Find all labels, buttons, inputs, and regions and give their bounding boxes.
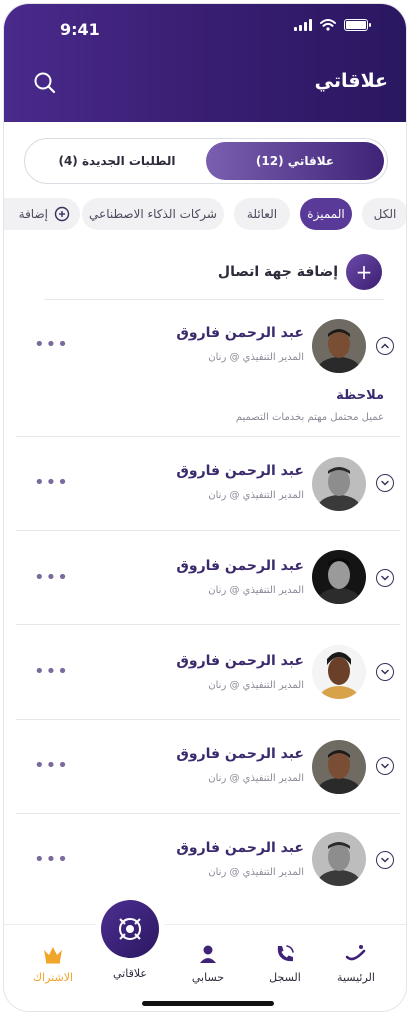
avatar <box>312 550 366 604</box>
relations-tabs: علاقاتي (12) الطلبات الجديدة (4) <box>24 138 388 184</box>
contact-role: المدير التنفيذي @ رنان <box>208 352 304 363</box>
filter-chip-family[interactable]: العائلة <box>234 198 290 230</box>
contact-name: عبد الرحمن فاروق <box>176 746 304 762</box>
contact-name: عبد الرحمن فاروق <box>176 325 304 341</box>
phone-call-icon <box>277 945 294 962</box>
battery-icon <box>344 19 371 31</box>
status-icons <box>294 19 371 31</box>
search-icon[interactable] <box>32 70 58 96</box>
home-indicator <box>142 1001 274 1006</box>
crown-icon <box>44 947 62 964</box>
status-time: 9:41 <box>60 20 100 39</box>
nav-log[interactable]: السجل <box>250 943 320 984</box>
more-options-icon[interactable]: ••• <box>34 851 69 869</box>
plus-icon: + <box>346 254 382 290</box>
contact-role: المدير التنفيذي @ رنان <box>208 585 304 596</box>
nav-home[interactable]: الرئيسية <box>321 943 391 984</box>
divider <box>16 624 400 625</box>
nav-relations-label: علاقاتي <box>113 967 147 980</box>
avatar <box>312 645 366 699</box>
cellular-signal-icon <box>294 19 312 31</box>
plus-circle-icon <box>54 206 70 222</box>
contact-row[interactable]: عبد الرحمن فاروق المدير التنفيذي @ رنان … <box>4 642 406 722</box>
contact-row[interactable]: عبد الرحمن فاروق المدير التنفيذي @ رنان … <box>4 830 406 910</box>
divider <box>16 719 400 720</box>
filter-chips: الكل المميزة العائلة شركات الذكاء الاصطن… <box>4 198 406 232</box>
avatar <box>312 457 366 511</box>
chevron-up-icon[interactable] <box>376 337 394 355</box>
nav-subscription[interactable]: الاشتراك <box>18 943 88 984</box>
contact-role: المدير التنفيذي @ رنان <box>208 773 304 784</box>
chevron-down-icon[interactable] <box>376 851 394 869</box>
note-title: ملاحظة <box>336 388 384 403</box>
more-options-icon[interactable]: ••• <box>34 569 69 587</box>
contact-name: عبد الرحمن فاروق <box>176 840 304 856</box>
nav-relations-button[interactable] <box>101 900 159 958</box>
more-options-icon[interactable]: ••• <box>34 474 69 492</box>
note-text: عميل محتمل مهتم بخدمات التصميم <box>235 412 384 423</box>
chevron-down-icon[interactable] <box>376 757 394 775</box>
contact-role: المدير التنفيذي @ رنان <box>208 867 304 878</box>
add-contact-button[interactable]: + إضافة جهة اتصال <box>218 254 382 290</box>
phone-screen: 9:41 علاقاتي علاقاتي (12) الطلبات الجديد… <box>3 3 407 1012</box>
divider <box>16 436 400 437</box>
app-header: 9:41 علاقاتي <box>4 4 406 122</box>
filter-chip-ai-companies[interactable]: شركات الذكاء الاصطناعي <box>82 198 224 230</box>
chevron-down-icon[interactable] <box>376 663 394 681</box>
more-options-icon[interactable]: ••• <box>34 757 69 775</box>
user-icon <box>200 945 216 963</box>
more-options-icon[interactable]: ••• <box>34 663 69 681</box>
avatar <box>312 740 366 794</box>
contact-row[interactable]: عبد الرحمن فاروق المدير التنفيذي @ رنان … <box>4 737 406 817</box>
chevron-down-icon[interactable] <box>376 569 394 587</box>
wifi-icon <box>320 19 336 31</box>
nav-subscription-label: الاشتراك <box>32 971 74 984</box>
contact-role: المدير التنفيذي @ رنان <box>208 490 304 501</box>
contact-role: المدير التنفيذي @ رنان <box>208 680 304 691</box>
home-icon <box>345 945 366 961</box>
nav-home-label: الرئيسية <box>337 971 375 984</box>
avatar <box>312 319 366 373</box>
contact-name: عبد الرحمن فاروق <box>176 558 304 574</box>
contact-row[interactable]: عبد الرحمن فاروق المدير التنفيذي @ رنان … <box>4 547 406 627</box>
relations-icon <box>119 918 141 940</box>
nav-account-label: حسابي <box>191 971 225 984</box>
divider <box>16 813 400 814</box>
filter-chip-all[interactable]: الكل <box>362 198 406 230</box>
avatar <box>312 832 366 886</box>
more-options-icon[interactable]: ••• <box>34 336 69 354</box>
filter-chip-add[interactable]: إضافة <box>4 198 80 230</box>
page-title: علاقاتي <box>314 70 388 92</box>
chevron-down-icon[interactable] <box>376 474 394 492</box>
bottom-nav: الرئيسية السجل حسابي الاشتراك <box>4 924 406 1011</box>
filter-chip-featured[interactable]: المميزة <box>300 198 352 230</box>
tab-new-requests[interactable]: الطلبات الجديدة (4) <box>28 142 206 180</box>
contact-row[interactable]: عبد الرحمن فاروق المدير التنفيذي @ رنان … <box>4 454 406 534</box>
contact-row[interactable]: عبد الرحمن فاروق المدير التنفيذي @ رنان … <box>4 316 406 436</box>
contact-name: عبد الرحمن فاروق <box>176 653 304 669</box>
divider <box>44 299 384 300</box>
contact-name: عبد الرحمن فاروق <box>176 463 304 479</box>
divider <box>16 530 400 531</box>
tab-my-relations[interactable]: علاقاتي (12) <box>206 142 384 180</box>
nav-account[interactable]: حسابي <box>173 943 243 984</box>
add-contact-label: إضافة جهة اتصال <box>217 264 338 280</box>
filter-chip-add-label: إضافة <box>18 207 48 221</box>
nav-log-label: السجل <box>269 971 301 984</box>
